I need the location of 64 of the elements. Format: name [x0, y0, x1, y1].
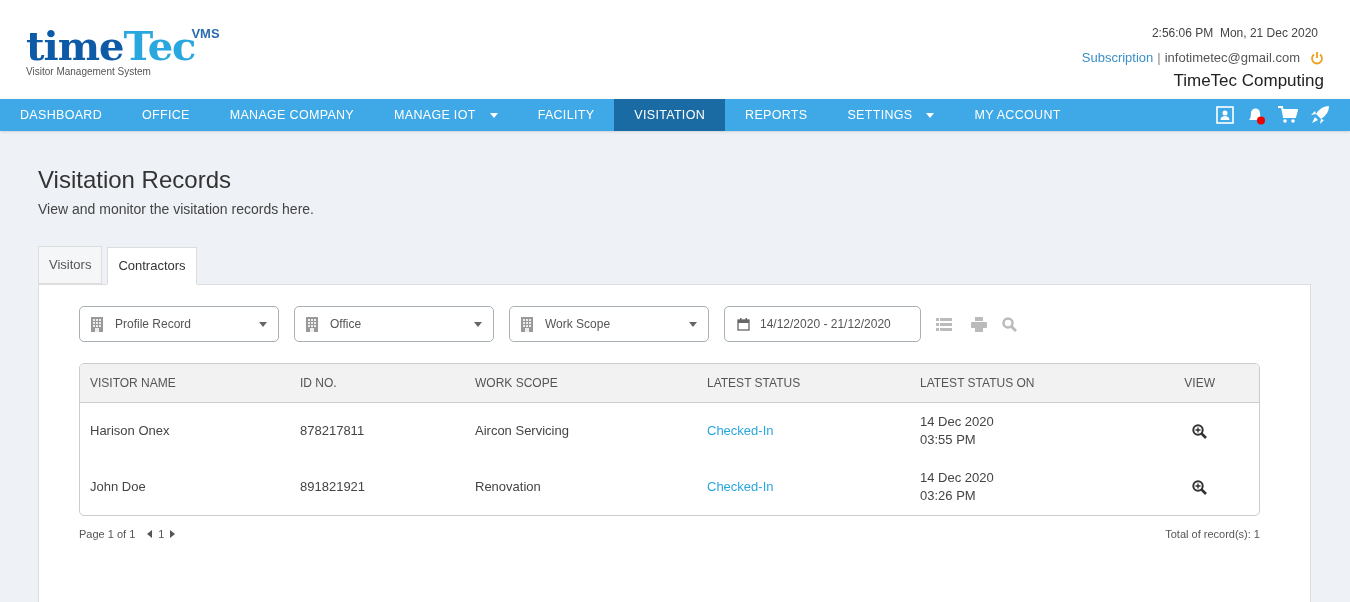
tab[interactable]: Contractors	[107, 247, 197, 285]
calendar-icon	[737, 317, 750, 331]
next-page-icon[interactable]	[170, 530, 176, 539]
caret-icon	[926, 112, 935, 118]
nav-item[interactable]: REPORTS	[725, 99, 828, 131]
nav-item[interactable]: MY ACCOUNT	[954, 99, 1081, 131]
page-title: Visitation Records	[38, 165, 232, 195]
caret-icon	[689, 321, 697, 327]
zoom-in-icon[interactable]	[1192, 423, 1207, 439]
column-header: WORK SCOPE	[475, 375, 559, 392]
company-name: TimeTec Computing	[1173, 69, 1324, 92]
dropdown-field[interactable]: Profile Record	[79, 306, 279, 342]
building-icon	[521, 316, 533, 332]
nav-item[interactable]: MANAGE IOT	[374, 99, 518, 131]
list-icon[interactable]	[936, 317, 952, 331]
status-link[interactable]: Checked-In	[707, 423, 774, 439]
nav-item[interactable]: FACILITY	[517, 99, 615, 131]
table-cell-text: 03:55 PM	[920, 431, 977, 449]
clock-text: 2:56:06 PM Mon, 21 Dec 2020	[1151, 25, 1318, 42]
cart-icon[interactable]	[1278, 106, 1298, 124]
table-cell: 891821921	[300, 479, 366, 495]
date-range-field[interactable]: 14/12/2020 - 21/12/2020	[724, 306, 921, 342]
table-cell: Aircon Servicing	[475, 423, 569, 439]
search-icon[interactable]	[1002, 316, 1017, 332]
column-header: LATEST STATUS ON	[920, 375, 1036, 392]
table-cell-text: 14 Dec 2020	[920, 469, 995, 487]
column-header: ID NO.	[300, 375, 338, 392]
nav-item[interactable]: SETTINGS	[827, 99, 955, 131]
caret-icon	[489, 112, 498, 118]
previous-page-icon[interactable]	[147, 530, 153, 539]
nav-item[interactable]: OFFICE	[122, 99, 210, 131]
table-cell: Harison Onex	[90, 423, 170, 439]
caret-icon	[259, 321, 267, 327]
nav-item[interactable]: DASHBOARD	[0, 99, 122, 131]
nav-item[interactable]: MANAGE COMPANY	[209, 99, 374, 131]
table-cell: Renovation	[475, 479, 541, 495]
page-number[interactable]: 1	[158, 526, 165, 543]
building-icon	[306, 316, 318, 332]
total-records: Total of record(s): 1	[1165, 527, 1260, 542]
rocket-icon[interactable]	[1310, 105, 1330, 125]
page-info: Page 1 of 1	[79, 527, 136, 542]
dropdown-field[interactable]: Work Scope	[509, 306, 709, 342]
status-link[interactable]: Checked-In	[707, 479, 774, 495]
table-cell: John Doe	[90, 479, 146, 495]
column-header: LATEST STATUS	[707, 375, 802, 392]
zoom-in-icon[interactable]	[1192, 479, 1207, 495]
caret-icon	[474, 321, 482, 327]
table-cell-text: 03:26 PM	[920, 487, 977, 505]
building-icon	[91, 316, 103, 332]
page-subtitle: View and monitor the visitation records here.	[38, 200, 315, 219]
dropdown-field[interactable]: Office	[294, 306, 494, 342]
nav-item[interactable]: VISITATION	[614, 99, 726, 131]
print-icon[interactable]	[971, 316, 987, 332]
logo-subtitle: Visitor Management System	[26, 65, 152, 79]
email-text: infotimetec@gmail.com	[1164, 49, 1300, 67]
separator-text: |	[1157, 49, 1161, 67]
subscription-link[interactable]: Subscription	[1081, 48, 1154, 68]
table-cell-text: 14 Dec 2020	[920, 413, 995, 431]
column-header: VIEW	[1183, 375, 1216, 392]
table-cell: 878217811	[300, 423, 365, 439]
column-header: VISITOR NAME	[90, 375, 177, 392]
power-icon[interactable]	[1310, 50, 1324, 65]
tab[interactable]: Visitors	[38, 246, 103, 284]
contact-card-icon[interactable]	[1216, 106, 1234, 124]
